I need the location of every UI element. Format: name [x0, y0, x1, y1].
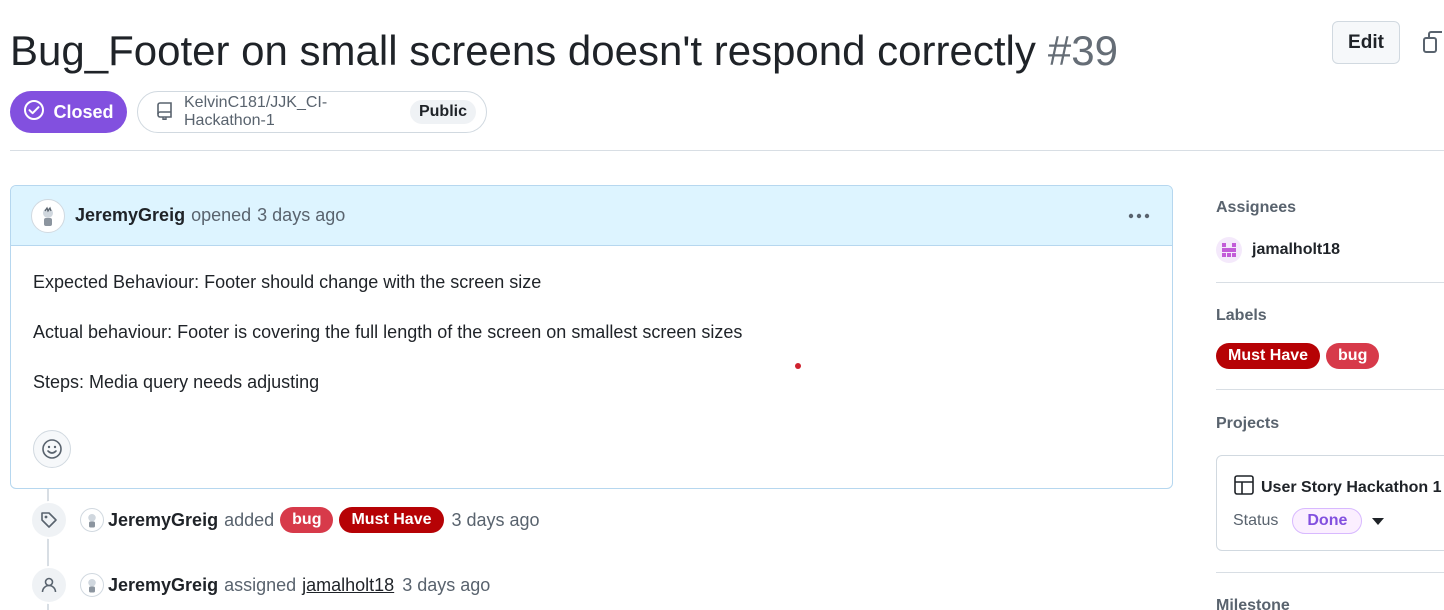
- cursor-dot: [795, 363, 801, 369]
- comment-action: opened: [191, 205, 252, 225]
- comment-time[interactable]: 3 days ago: [257, 205, 345, 226]
- label-bug[interactable]: bug: [1326, 343, 1380, 369]
- sidebar-divider: [1216, 282, 1444, 283]
- project-name[interactable]: User Story Hackathon 1: [1261, 479, 1442, 497]
- issue-state-label: Closed: [53, 101, 114, 122]
- project-item[interactable]: User Story Hackathon 1: [1233, 474, 1442, 501]
- timeline-time[interactable]: 3 days ago: [452, 510, 540, 531]
- avatar[interactable]: [31, 198, 65, 233]
- repo-icon: [156, 100, 176, 125]
- timeline-action: added: [224, 509, 275, 530]
- assignee-link[interactable]: jamalholt18: [302, 575, 394, 596]
- timeline-item-assigned: JeremyGreig assigned jamalholt18 3 days …: [30, 565, 490, 605]
- table-icon: [1233, 474, 1255, 501]
- comment-line: Steps: Media query needs adjusting: [33, 372, 320, 392]
- sidebar-divider: [1216, 572, 1444, 573]
- comment-line: Actual behaviour: Footer is covering the…: [33, 322, 743, 342]
- kebab-horizontal-icon[interactable]: [1126, 203, 1152, 229]
- tag-icon: [30, 501, 68, 539]
- visibility-badge: Public: [409, 100, 476, 124]
- issue-state-badge: Closed: [10, 91, 127, 133]
- header-divider: [10, 150, 1444, 151]
- assignees-heading[interactable]: Assignees: [1216, 199, 1296, 217]
- check-circle-icon: [23, 99, 45, 126]
- chevron-down-icon[interactable]: [1372, 517, 1385, 525]
- timeline-item-labeled: JeremyGreig added bug Must Have 3 days a…: [30, 500, 540, 540]
- avatar[interactable]: [80, 573, 104, 597]
- label-bug[interactable]: bug: [280, 507, 334, 533]
- issue-title: Bug_Footer on small screens doesn't resp…: [10, 27, 1036, 74]
- comment-header: JeremyGreig opened 3 days ago: [11, 186, 1172, 246]
- label-must-have[interactable]: Must Have: [339, 507, 444, 533]
- repo-name[interactable]: KelvinC181/JJK_CI-Hackathon-1: [184, 94, 398, 130]
- timeline-author[interactable]: JeremyGreig: [108, 575, 218, 596]
- smiley-icon[interactable]: [33, 430, 71, 468]
- comment-author[interactable]: JeremyGreig: [75, 205, 185, 226]
- milestone-heading[interactable]: Milestone: [1216, 597, 1290, 610]
- issue-number: #39: [1047, 27, 1118, 74]
- repo-pill[interactable]: KelvinC181/JJK_CI-Hackathon-1 Public: [137, 91, 487, 133]
- comment-body: Expected Behaviour: Footer should change…: [11, 246, 1172, 394]
- labels-heading[interactable]: Labels: [1216, 307, 1267, 325]
- issue-comment: JeremyGreig opened 3 days ago Expected B…: [10, 185, 1173, 489]
- timeline-action: assigned: [224, 574, 297, 595]
- status-badge[interactable]: Done: [1292, 508, 1363, 534]
- sidebar-divider: [1216, 389, 1444, 390]
- person-icon: [30, 566, 68, 604]
- avatar[interactable]: [80, 508, 104, 532]
- sidebar-labels: Must Have bug: [1216, 343, 1380, 369]
- project-status-row: Status Done: [1233, 508, 1385, 534]
- copy-icon[interactable]: [1422, 30, 1444, 56]
- projects-heading[interactable]: Projects: [1216, 415, 1279, 433]
- label-must-have[interactable]: Must Have: [1216, 343, 1321, 369]
- assignee-name[interactable]: jamalholt18: [1252, 241, 1340, 259]
- status-label: Status: [1233, 512, 1279, 529]
- issue-title-row: Bug_Footer on small screens doesn't resp…: [10, 26, 1118, 76]
- issue-page: Bug_Footer on small screens doesn't resp…: [0, 0, 1444, 610]
- project-card: User Story Hackathon 1 Status Done: [1216, 455, 1444, 551]
- timeline-author[interactable]: JeremyGreig: [108, 510, 218, 531]
- comment-line: Expected Behaviour: Footer should change…: [33, 272, 542, 292]
- timeline-time[interactable]: 3 days ago: [402, 575, 490, 596]
- edit-button[interactable]: Edit: [1332, 21, 1400, 64]
- avatar: [1216, 237, 1242, 263]
- assignee-item[interactable]: jamalholt18: [1216, 237, 1340, 263]
